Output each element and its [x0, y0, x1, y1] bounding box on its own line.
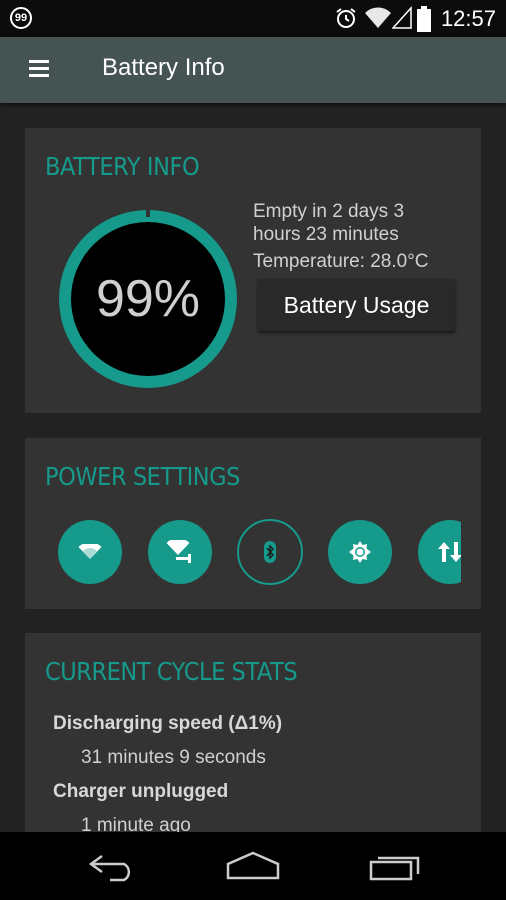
alarm-icon: [336, 8, 356, 28]
page-title: Battery Info: [102, 54, 225, 81]
power-settings-heading: POWER SETTINGS: [45, 462, 241, 491]
bluetooth-icon: [264, 541, 276, 563]
hamburger-menu-icon[interactable]: [29, 60, 49, 78]
charger-unplugged-label: Charger unplugged: [53, 781, 229, 802]
wifi-toggle[interactable]: [58, 520, 122, 584]
brightness-toggle[interactable]: [328, 520, 392, 584]
data-transfer-icon: [438, 542, 462, 562]
discharging-speed-label: Discharging speed (Δ1%): [53, 713, 283, 734]
cycle-stats-card: CURRENT CYCLE STATS Discharging speed (Δ…: [25, 633, 481, 832]
discharging-speed-value: 31 minutes 9 seconds: [81, 747, 266, 768]
time-remaining-line1: Empty in 2 days 3: [253, 201, 405, 222]
status-bar: 99 12:57: [0, 0, 506, 37]
battery-percent: 99%: [95, 270, 201, 328]
home-icon[interactable]: [226, 850, 280, 882]
battery-info-card: BATTERY INFO 99% Empty in 2 days 3 hours…: [25, 128, 481, 413]
wifi-icon: [365, 7, 391, 28]
wifi-icon: [78, 544, 102, 559]
temperature-label: Temperature: 28.0°C: [253, 251, 429, 272]
app-bar: Battery Info: [0, 37, 506, 103]
cycle-stats-heading: CURRENT CYCLE STATS: [45, 657, 298, 686]
navigation-bar: [0, 832, 506, 900]
notification-count-icon: 99: [10, 7, 32, 29]
charger-unplugged-value: 1 minute ago: [81, 815, 191, 832]
time-remaining-line2: hours 23 minutes: [253, 224, 399, 245]
battery-icon: [417, 6, 431, 32]
wifi-tethering-icon: [166, 540, 191, 563]
clock-time: 12:57: [440, 6, 496, 31]
battery-usage-button[interactable]: Battery Usage: [258, 279, 455, 331]
signal-icon: [392, 6, 412, 29]
power-settings-card: POWER SETTINGS: [25, 438, 481, 609]
bluetooth-toggle[interactable]: [237, 519, 303, 585]
brightness-icon: [349, 541, 371, 563]
scroll-fade: [461, 508, 481, 598]
battery-info-heading: BATTERY INFO: [45, 152, 200, 181]
recent-apps-icon[interactable]: [368, 850, 422, 882]
back-icon[interactable]: [88, 850, 138, 882]
wifi-hotspot-toggle[interactable]: [148, 520, 212, 584]
battery-level-gauge: 99%: [53, 204, 243, 394]
